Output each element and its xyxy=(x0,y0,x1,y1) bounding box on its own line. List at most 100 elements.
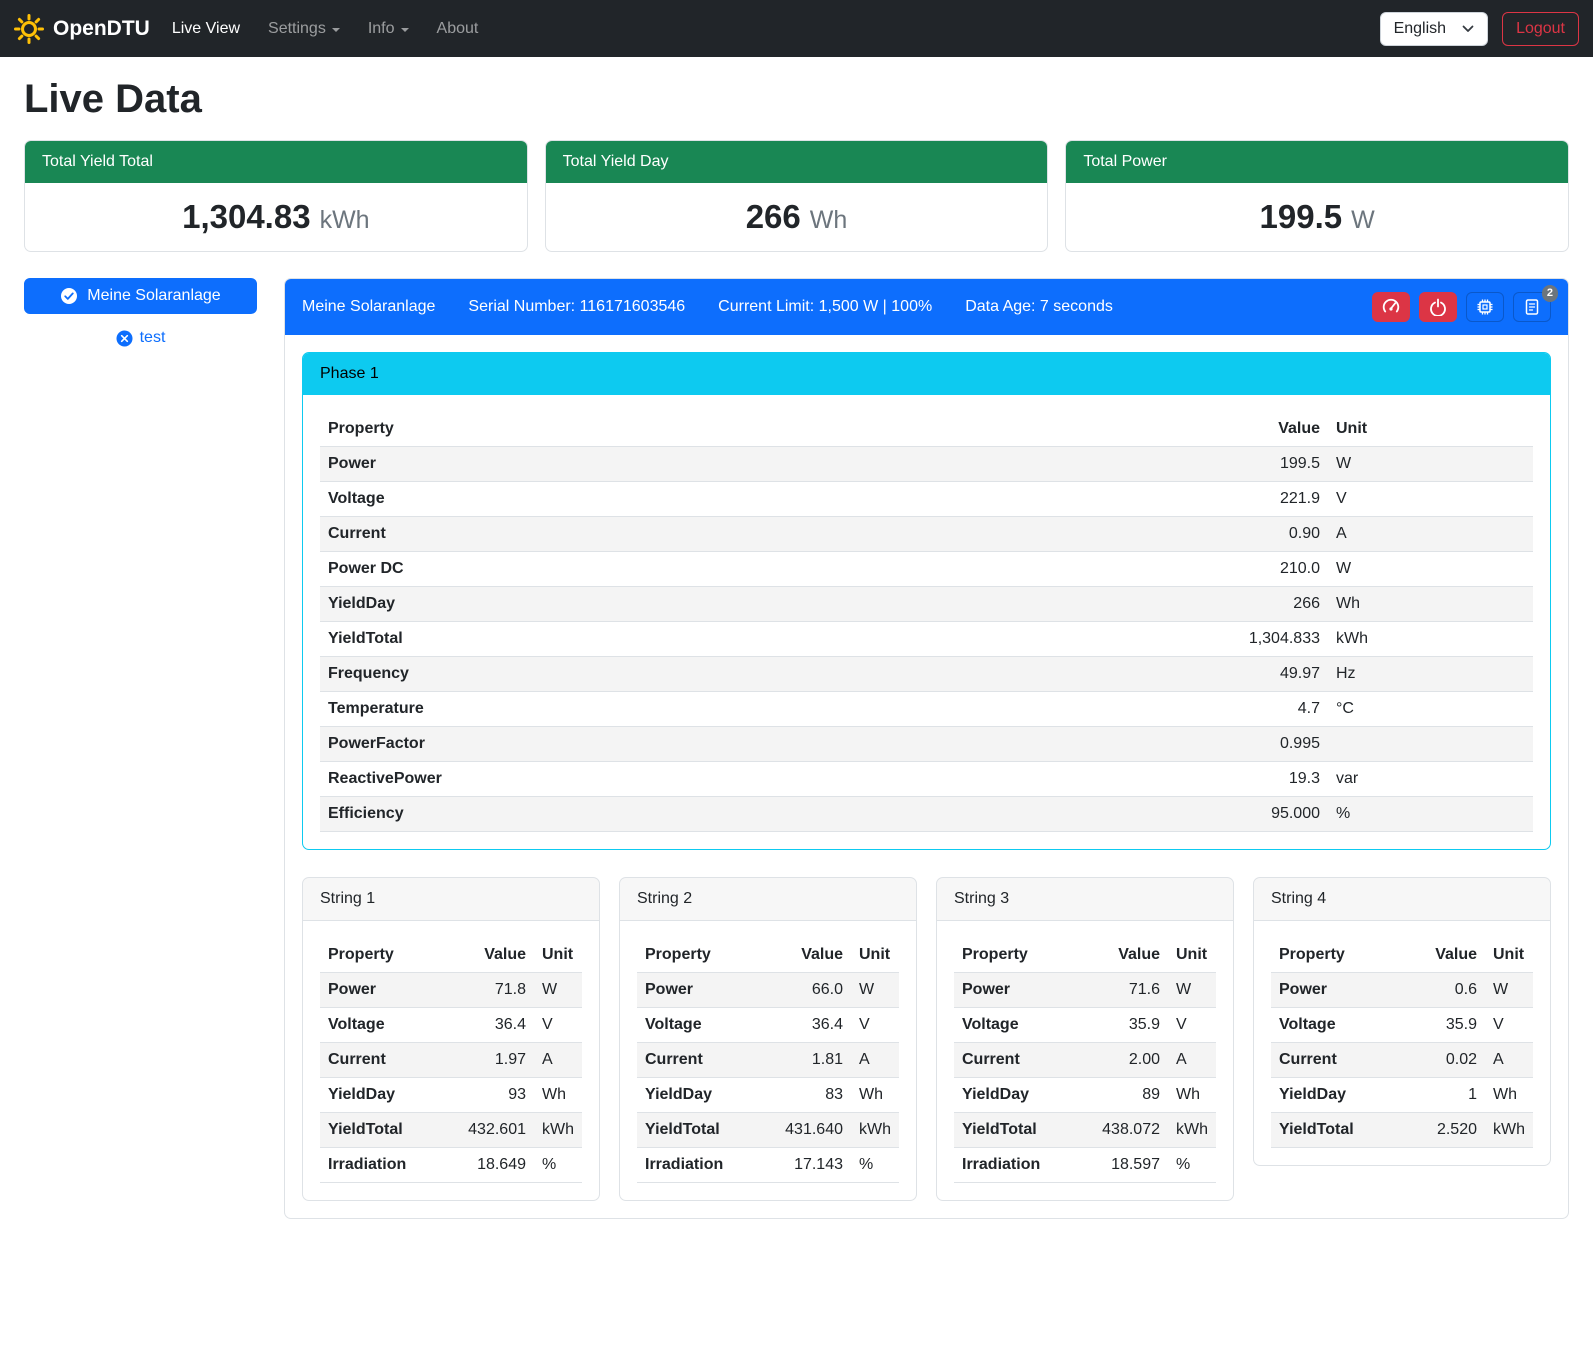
col-value: Value xyxy=(1407,938,1485,973)
table-row: Voltage 35.9 V xyxy=(954,1008,1216,1043)
table-row: Irradiation 18.649 % xyxy=(320,1148,582,1183)
limit-settings-button[interactable] xyxy=(1372,292,1410,322)
property-value: 36.4 xyxy=(773,1008,851,1043)
property-value: 4.7 xyxy=(1178,692,1328,727)
sun-logo-icon xyxy=(14,14,44,44)
property-value: 210.0 xyxy=(1178,552,1328,587)
property-name: Power xyxy=(954,973,1090,1008)
table-row: Voltage 35.9 V xyxy=(1271,1008,1533,1043)
table-row: Current 2.00 A xyxy=(954,1043,1216,1078)
property-unit: kWh xyxy=(1485,1113,1533,1148)
property-name: YieldDay xyxy=(320,587,1178,622)
property-value: 438.072 xyxy=(1090,1113,1168,1148)
gauge-icon xyxy=(1382,298,1400,316)
power-button[interactable] xyxy=(1419,292,1457,322)
property-value: 17.143 xyxy=(773,1148,851,1183)
property-unit: Wh xyxy=(1168,1078,1216,1113)
col-property: Property xyxy=(1271,938,1407,973)
property-unit: % xyxy=(851,1148,899,1183)
property-unit: W xyxy=(1168,973,1216,1008)
summary-card: Total Yield Day 266Wh xyxy=(545,140,1049,252)
inverter-card: Meine Solaranlage Serial Number: 1161716… xyxy=(284,278,1569,1219)
string-card-1: String 1 Property Value Unit xyxy=(302,877,600,1201)
property-value: 49.97 xyxy=(1178,657,1328,692)
property-name: Power xyxy=(320,447,1178,482)
property-name: Voltage xyxy=(954,1008,1090,1043)
property-value: 93 xyxy=(456,1078,534,1113)
property-name: Power xyxy=(637,973,773,1008)
inverter-card-header: Meine Solaranlage Serial Number: 1161716… xyxy=(285,279,1568,335)
phase-panel: Phase 1 Property Value Unit xyxy=(302,352,1551,850)
sidebar-item-meine-solaranlage[interactable]: Meine Solaranlage xyxy=(24,278,257,314)
inverter-sidebar: Meine Solaranlage test xyxy=(24,278,257,347)
main-row: Meine Solaranlage test Meine Solaranlage… xyxy=(24,278,1569,1247)
table-row: Irradiation 17.143 % xyxy=(637,1148,899,1183)
check-circle-icon xyxy=(60,287,78,305)
property-name: Irradiation xyxy=(954,1148,1090,1183)
app-brand[interactable]: OpenDTU xyxy=(14,14,150,44)
device-info-button[interactable] xyxy=(1466,292,1504,322)
table-row: Current 0.90 A xyxy=(320,517,1533,552)
table-header-row: Property Value Unit xyxy=(637,938,899,973)
language-select[interactable]: English xyxy=(1380,12,1488,46)
property-unit: A xyxy=(851,1043,899,1078)
property-value: 0.6 xyxy=(1407,973,1485,1008)
property-value: 266 xyxy=(1178,587,1328,622)
property-value: 35.9 xyxy=(1090,1008,1168,1043)
chevron-down-icon xyxy=(401,28,409,32)
property-name: Current xyxy=(320,517,1178,552)
nav-item-info[interactable]: Info xyxy=(368,20,409,38)
nav-item-live-view[interactable]: Live View xyxy=(172,20,240,38)
table-row: YieldTotal 2.520 kWh xyxy=(1271,1113,1533,1148)
nav-item-about[interactable]: About xyxy=(437,20,479,38)
property-name: Voltage xyxy=(320,1008,456,1043)
property-value: 71.8 xyxy=(456,973,534,1008)
property-name: Voltage xyxy=(320,482,1178,517)
table-row: YieldDay 83 Wh xyxy=(637,1078,899,1113)
property-unit: W xyxy=(1328,447,1533,482)
string-cards: String 1 Property Value Unit xyxy=(302,877,1551,1201)
summary-card-unit: kWh xyxy=(320,206,370,234)
event-log-button[interactable]: 2 xyxy=(1513,292,1551,322)
property-unit: % xyxy=(1168,1148,1216,1183)
col-property: Property xyxy=(320,938,456,973)
property-value: 83 xyxy=(773,1078,851,1113)
table-row: Power 0.6 W xyxy=(1271,973,1533,1008)
nav-item-settings[interactable]: Settings xyxy=(268,20,340,38)
col-unit: Unit xyxy=(851,938,899,973)
property-unit: Wh xyxy=(851,1078,899,1113)
inverter-serial: Serial Number: 116171603546 xyxy=(468,298,685,316)
property-unit: Hz xyxy=(1328,657,1533,692)
summary-card-title: Total Yield Day xyxy=(546,141,1048,183)
property-name: PowerFactor xyxy=(320,727,1178,762)
property-unit: var xyxy=(1328,762,1533,797)
property-value: 66.0 xyxy=(773,973,851,1008)
table-header-row: Property Value Unit xyxy=(954,938,1216,973)
col-value: Value xyxy=(1090,938,1168,973)
property-value: 431.640 xyxy=(773,1113,851,1148)
string-title: String 1 xyxy=(303,878,599,921)
property-name: YieldTotal xyxy=(320,1113,456,1148)
property-name: YieldDay xyxy=(954,1078,1090,1113)
property-unit: W xyxy=(851,973,899,1008)
inverter-limit: Current Limit: 1,500 W | 100% xyxy=(718,298,932,316)
cpu-icon xyxy=(1476,298,1494,316)
property-value: 1.81 xyxy=(773,1043,851,1078)
event-count-badge: 2 xyxy=(1542,285,1558,302)
sidebar-item-test[interactable]: test xyxy=(24,329,257,347)
string-table: Property Value Unit Power xyxy=(954,938,1216,1183)
table-row: YieldTotal 432.601 kWh xyxy=(320,1113,582,1148)
chevron-down-icon xyxy=(332,28,340,32)
property-value: 432.601 xyxy=(456,1113,534,1148)
summary-card: Total Power 199.5W xyxy=(1065,140,1569,252)
table-row: YieldTotal 431.640 kWh xyxy=(637,1113,899,1148)
property-unit: A xyxy=(1485,1043,1533,1078)
property-unit: kWh xyxy=(851,1113,899,1148)
logout-button[interactable]: Logout xyxy=(1502,12,1579,46)
language-select-value: English xyxy=(1394,20,1446,38)
sidebar-item-label: test xyxy=(140,329,166,347)
table-row: Efficiency 95.000 % xyxy=(320,797,1533,832)
property-name: YieldTotal xyxy=(954,1113,1090,1148)
property-unit: % xyxy=(534,1148,582,1183)
summary-card-title: Total Yield Total xyxy=(25,141,527,183)
